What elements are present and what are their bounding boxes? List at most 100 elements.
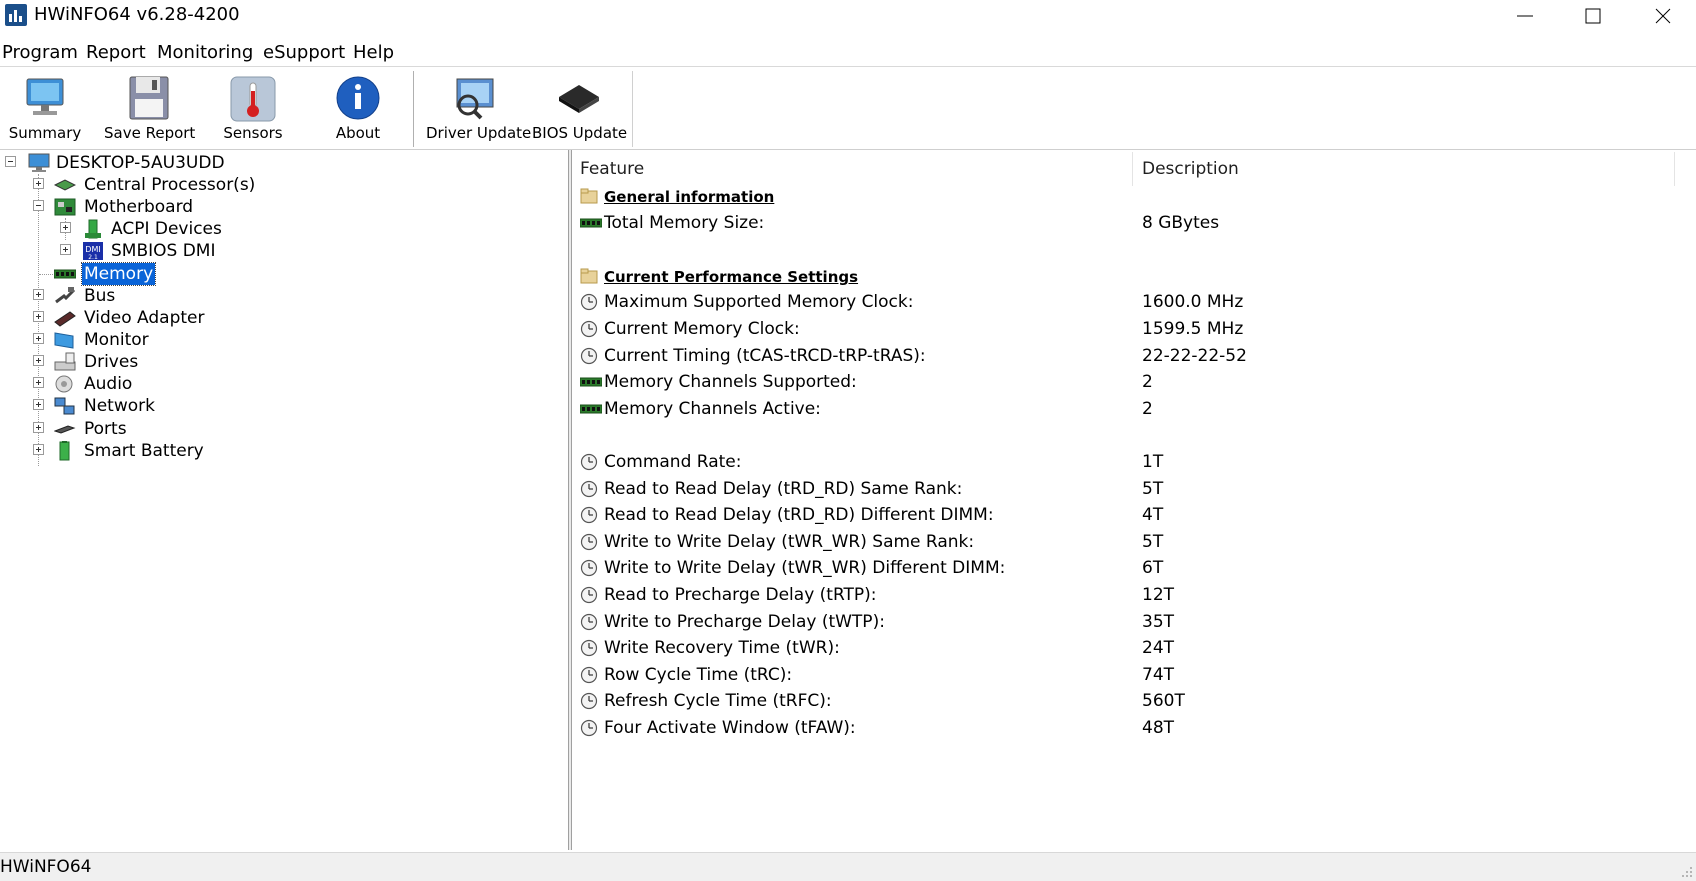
description-value: 35T xyxy=(1142,612,1175,632)
acpi-icon xyxy=(85,219,101,239)
detail-row[interactable]: Read to Precharge Delay (tRTP): 12T xyxy=(572,583,1696,609)
tree-item-monitor[interactable]: Monitor xyxy=(0,329,560,351)
expand-icon[interactable] xyxy=(33,289,44,300)
detail-row[interactable]: Current Memory Clock: 1599.5 MHz xyxy=(572,317,1696,343)
about-label: About xyxy=(335,124,381,142)
folder-icon xyxy=(580,267,598,290)
tree-item-network[interactable]: Network xyxy=(0,395,560,417)
clock-icon xyxy=(580,506,598,529)
detail-row[interactable]: Memory Channels Supported: 2 xyxy=(572,370,1696,396)
tree-item-acpi[interactable]: ACPI Devices xyxy=(0,218,560,240)
tree-item-cpu[interactable]: Central Processor(s) xyxy=(0,174,560,196)
menu-esupport[interactable]: eSupport xyxy=(263,42,345,63)
drives-icon xyxy=(54,352,76,371)
collapse-icon[interactable] xyxy=(33,200,44,211)
collapse-icon[interactable] xyxy=(5,156,16,167)
tree-root[interactable]: DESKTOP-5AU3UDD xyxy=(0,152,560,174)
section-title: General information xyxy=(604,188,775,206)
driver-update-label: Driver Update xyxy=(426,124,532,142)
clock-icon xyxy=(580,480,598,503)
detail-row[interactable]: Write to Write Delay (tWR_WR) Different … xyxy=(572,556,1696,582)
tree-item-motherboard[interactable]: Motherboard xyxy=(0,196,560,218)
description-value: 2 xyxy=(1142,372,1153,392)
video-adapter-icon xyxy=(54,311,76,327)
description-value: 1600.0 MHz xyxy=(1142,292,1244,312)
detail-row[interactable]: Read to Read Delay (tRD_RD) Different DI… xyxy=(572,503,1696,529)
tree-item-audio[interactable]: Audio xyxy=(0,373,560,395)
svg-text:DMI: DMI xyxy=(85,245,100,254)
description-value: 74T xyxy=(1142,665,1175,685)
resize-grip-icon[interactable] xyxy=(1680,865,1694,879)
menu-report[interactable]: Report xyxy=(86,42,146,63)
feature-label: Current Timing (tCAS-tRCD-tRP-tRAS): xyxy=(604,346,926,366)
details-pane: Feature Description General information T… xyxy=(572,152,1696,850)
detail-row[interactable]: Read to Read Delay (tRD_RD) Same Rank: 5T xyxy=(572,477,1696,503)
column-header-feature[interactable]: Feature xyxy=(572,152,1132,186)
close-icon xyxy=(1655,8,1671,24)
tree-item-memory[interactable]: Memory xyxy=(0,262,560,286)
summary-button[interactable]: Summary xyxy=(6,67,84,147)
section-header-row[interactable]: Current Performance Settings xyxy=(572,264,1696,290)
maximize-button[interactable] xyxy=(1558,0,1628,32)
column-header-description[interactable]: Description xyxy=(1134,152,1674,186)
detail-row[interactable]: Current Timing (tCAS-tRCD-tRP-tRAS): 22-2… xyxy=(572,344,1696,370)
minimize-icon xyxy=(1517,15,1533,17)
battery-icon xyxy=(59,441,70,461)
detail-row[interactable]: Write to Write Delay (tWR_WR) Same Rank:… xyxy=(572,530,1696,556)
bus-icon xyxy=(55,287,76,304)
menu-program[interactable]: Program xyxy=(2,42,78,63)
expand-icon[interactable] xyxy=(60,244,71,255)
tree-item-drives[interactable]: Drives xyxy=(0,351,560,373)
tree-item-ports[interactable]: Ports xyxy=(0,418,560,440)
driver-update-button[interactable]: Driver Update xyxy=(426,67,532,147)
expand-icon[interactable] xyxy=(33,333,44,344)
feature-label: Read to Read Delay (tRD_RD) Same Rank: xyxy=(604,479,963,499)
sensors-button[interactable]: Sensors xyxy=(212,67,294,147)
tree-item-smbios[interactable]: DMI 2.1 SMBIOS DMI xyxy=(0,240,560,262)
detail-row[interactable]: Memory Channels Active: 2 xyxy=(572,397,1696,423)
detail-row[interactable]: Write Recovery Time (tWR): 24T xyxy=(572,636,1696,662)
tree-item-label: Monitor xyxy=(84,330,149,350)
bios-update-button[interactable]: BIOS Update xyxy=(532,67,627,147)
menu-help[interactable]: Help xyxy=(353,42,394,63)
feature-label: Write to Write Delay (tWR_WR) Different … xyxy=(604,558,1006,578)
description-value: 8 GBytes xyxy=(1142,213,1220,233)
device-tree[interactable]: DESKTOP-5AU3UDD Central Processor(s) Mot… xyxy=(0,152,568,850)
detail-row[interactable]: Row Cycle Time (tRC): 74T xyxy=(572,663,1696,689)
detail-row[interactable]: Write to Precharge Delay (tWTP): 35T xyxy=(572,610,1696,636)
expand-icon[interactable] xyxy=(33,178,44,189)
description-value: 2 xyxy=(1142,399,1153,419)
section-header-row[interactable]: General information xyxy=(572,184,1696,210)
tree-item-bus[interactable]: Bus xyxy=(0,285,560,307)
expand-icon[interactable] xyxy=(33,399,44,410)
expand-icon[interactable] xyxy=(33,355,44,366)
clock-icon xyxy=(580,347,598,370)
column-separator[interactable] xyxy=(1674,152,1675,186)
close-button[interactable] xyxy=(1628,0,1696,32)
save-report-button[interactable]: Save Report xyxy=(104,67,195,147)
expand-icon[interactable] xyxy=(33,422,44,433)
description-value: 1599.5 MHz xyxy=(1142,319,1244,339)
toolbar: Summary Save Report Sensors About Driver… xyxy=(0,67,1696,150)
expand-icon[interactable] xyxy=(33,377,44,388)
tree-item-label: Bus xyxy=(84,286,116,306)
tree-item-battery[interactable]: Smart Battery xyxy=(0,440,560,462)
column-separator[interactable] xyxy=(1132,152,1133,186)
about-button[interactable]: About xyxy=(320,67,396,147)
minimize-button[interactable] xyxy=(1490,0,1560,32)
detail-row[interactable]: Maximum Supported Memory Clock: 1600.0 MH… xyxy=(572,290,1696,316)
expand-icon[interactable] xyxy=(33,311,44,322)
detail-row[interactable]: Refresh Cycle Time (tRFC): 560T xyxy=(572,689,1696,715)
menu-bar: Program Report Monitoring eSupport Help xyxy=(0,36,1696,67)
tree-root-label: DESKTOP-5AU3UDD xyxy=(56,153,225,173)
tree-item-video[interactable]: Video Adapter xyxy=(0,307,560,329)
thermometer-icon xyxy=(230,76,276,122)
menu-monitoring[interactable]: Monitoring xyxy=(157,42,253,63)
expand-icon[interactable] xyxy=(33,444,44,455)
detail-row[interactable]: Four Activate Window (tFAW): 48T xyxy=(572,716,1696,742)
feature-label: Read to Read Delay (tRD_RD) Different DI… xyxy=(604,505,994,525)
detail-row[interactable]: Total Memory Size: 8 GBytes xyxy=(572,211,1696,237)
clock-icon xyxy=(580,293,598,316)
expand-icon[interactable] xyxy=(60,222,71,233)
detail-row[interactable]: Command Rate: 1T xyxy=(572,450,1696,476)
